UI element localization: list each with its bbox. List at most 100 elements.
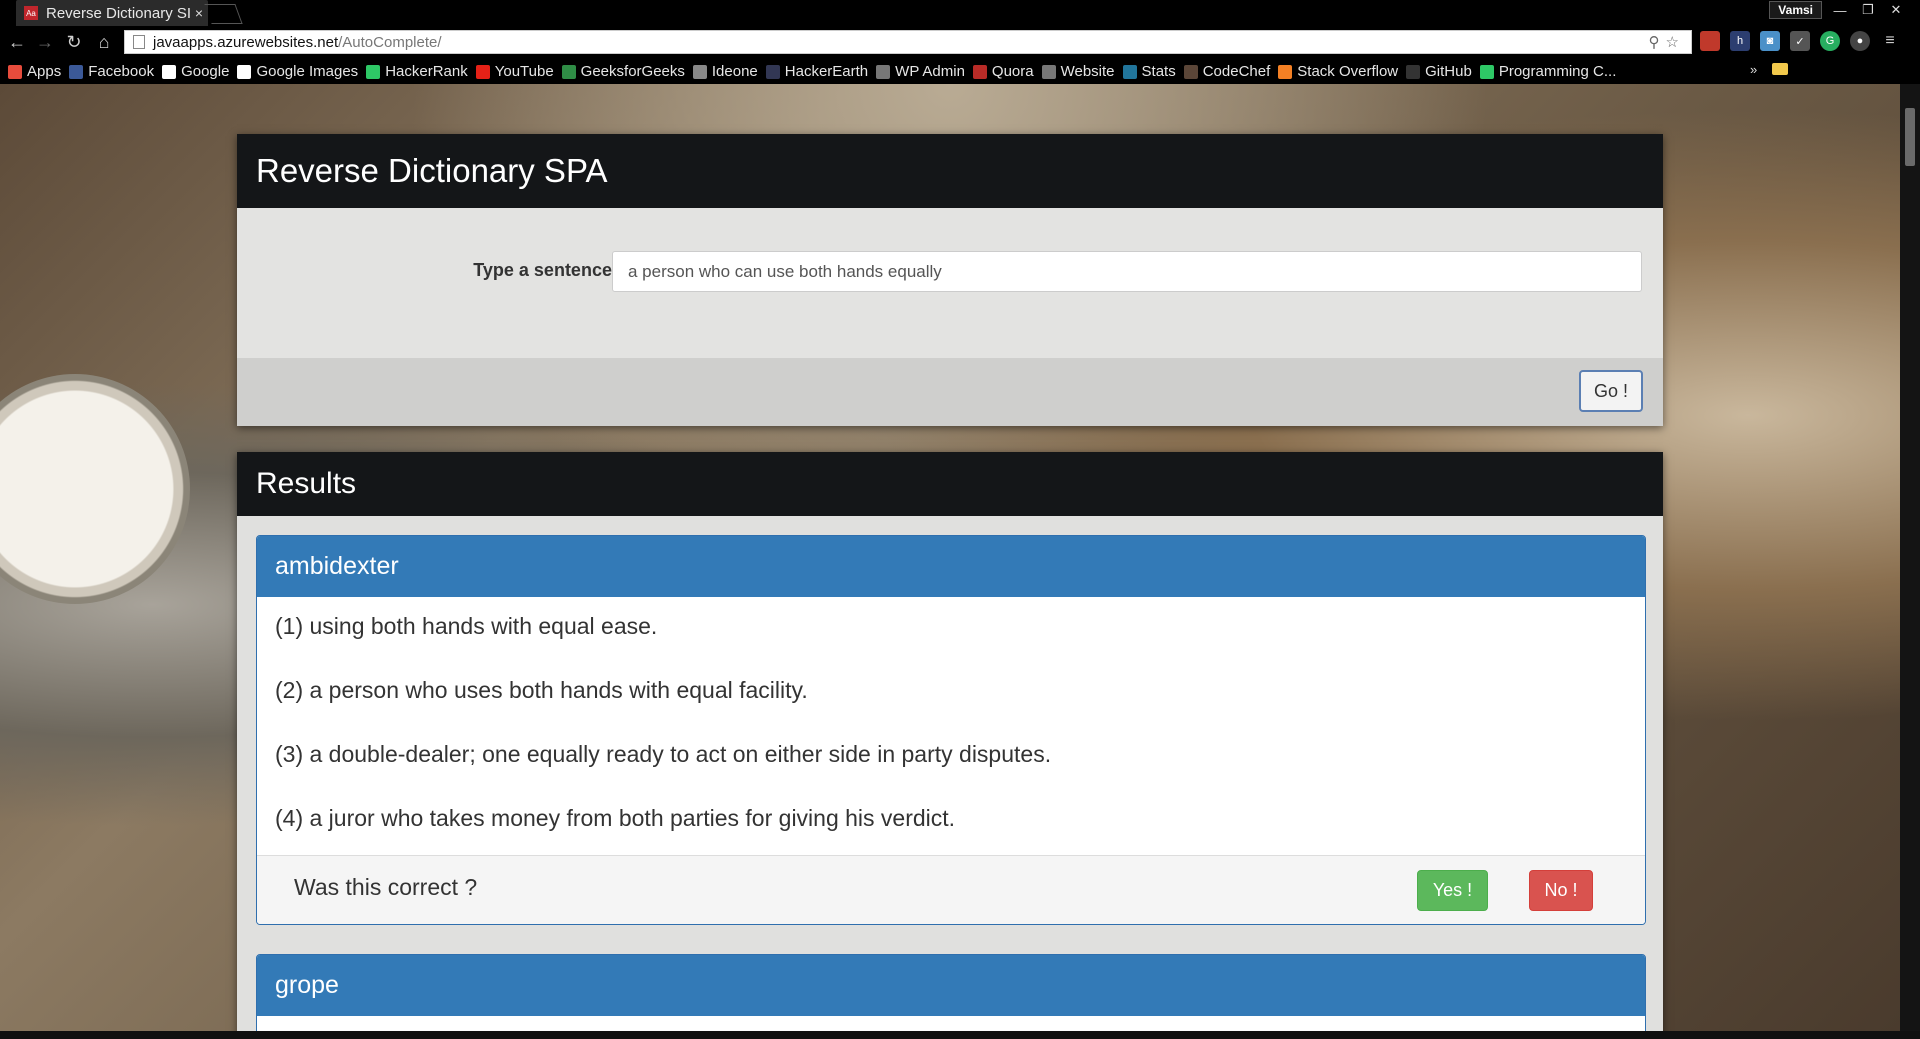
bookmark-label: CodeChef — [1202, 63, 1271, 80]
no-button[interactable]: No ! — [1529, 870, 1593, 911]
definition-item: (2) a person who uses both hands with eq… — [275, 677, 808, 703]
definition-item: (4) a juror who takes money from both pa… — [275, 805, 956, 831]
yes-button[interactable]: Yes ! — [1417, 870, 1488, 911]
bookmark-item[interactable]: Website — [1041, 63, 1115, 80]
profile-badge[interactable]: Vamsi — [1769, 1, 1822, 19]
google-icon — [162, 64, 177, 79]
bookmark-item[interactable]: Programming C... — [1479, 63, 1617, 80]
tab-strip: Aa Reverse Dictionary SI × Vamsi — ❐ ✕ — [0, 0, 1920, 26]
search-form: Type a sentence / phrase : — [237, 208, 1663, 358]
bookmark-item[interactable]: Stack Overflow — [1278, 63, 1398, 80]
github-icon — [1406, 64, 1421, 79]
bookmark-label: GitHub — [1425, 63, 1472, 80]
feedback-question: Was this correct ? — [294, 874, 478, 900]
result-word: ambidexter — [257, 536, 1645, 597]
page-title: Reverse Dictionary SPA — [237, 134, 1663, 208]
bookmark-item[interactable]: Google Images — [237, 63, 358, 80]
new-tab-button[interactable] — [204, 4, 243, 24]
minimize-icon[interactable]: — — [1830, 3, 1850, 18]
browser-tab[interactable]: Aa Reverse Dictionary SI × — [16, 0, 208, 26]
page-scrollbar[interactable] — [1900, 84, 1920, 1031]
bookmark-label: Stack Overflow — [1297, 63, 1399, 80]
restore-icon[interactable]: ❐ — [1858, 2, 1878, 18]
bookmark-label: GeeksforGeeks — [580, 63, 685, 80]
bookmark-label: HackerRank — [385, 63, 468, 80]
feedback-bar: Was this correct ? Yes ! No ! — [257, 855, 1645, 924]
result-word: grope — [257, 955, 1645, 1016]
bookmark-item[interactable]: Stats — [1122, 63, 1176, 80]
wordpress-icon — [1122, 64, 1137, 79]
search-footer: Go ! — [237, 358, 1663, 426]
close-window-icon[interactable]: ✕ — [1886, 2, 1906, 18]
quora-icon — [972, 64, 987, 79]
go-button[interactable]: Go ! — [1579, 370, 1643, 412]
reload-icon[interactable]: ↻ — [63, 32, 85, 53]
bookmark-item[interactable]: Facebook — [69, 63, 154, 80]
bookmark-item[interactable]: GitHub — [1406, 63, 1472, 80]
browser-toolbar: ← → ↻ ⌂ javaapps.azurewebsites.net/AutoC… — [0, 26, 1920, 59]
extension-check-icon[interactable]: ✓ — [1790, 31, 1810, 51]
result-card: ambidexter (1) using both hands with equ… — [256, 535, 1646, 925]
bookmark-item[interactable]: Quora — [972, 63, 1034, 80]
bookmark-label: Google — [181, 63, 230, 80]
bookmark-label: Facebook — [88, 63, 155, 80]
extension-red-icon[interactable] — [1700, 31, 1720, 51]
bookmark-item[interactable]: YouTube — [475, 63, 554, 80]
extension-circle-icon[interactable]: ● — [1850, 31, 1870, 51]
bookmark-item[interactable]: CodeChef — [1183, 63, 1271, 80]
geeksforgeeks-icon — [561, 64, 576, 79]
apps-grid-icon — [8, 64, 22, 79]
website-icon — [1041, 64, 1056, 79]
bookmark-item[interactable]: HackerEarth — [765, 63, 868, 80]
codechef-icon — [1183, 64, 1198, 79]
definition-list: (1) using both hands with equal ease. (2… — [257, 597, 1645, 855]
bookmark-label: Google Images — [256, 63, 359, 80]
bookmark-item[interactable]: Google — [162, 63, 229, 80]
address-bar[interactable]: javaapps.azurewebsites.net/AutoComplete/… — [124, 30, 1692, 54]
youtube-icon — [475, 64, 490, 79]
taskbar-edge — [0, 1031, 1920, 1039]
bookmark-item[interactable]: WP Admin — [876, 63, 965, 80]
stackoverflow-icon — [1278, 64, 1293, 79]
camera-icon[interactable]: ◙ — [1760, 31, 1780, 51]
bookmark-label: WP Admin — [895, 63, 965, 80]
zoom-star-icons[interactable]: ⚲☆ — [1649, 33, 1685, 51]
tab-title: Reverse Dictionary SI — [46, 4, 190, 22]
bookmark-label: Stats — [1141, 63, 1176, 80]
tab-favicon-icon: Aa — [24, 6, 38, 20]
bookmark-label: YouTube — [494, 63, 554, 80]
home-icon[interactable]: ⌂ — [93, 32, 115, 53]
extension-icons: h ◙ ✓ G ● ≡ — [1700, 31, 1900, 51]
facebook-icon — [69, 64, 84, 79]
phrase-input[interactable] — [612, 251, 1642, 292]
bookmarks-overflow-icon[interactable]: » — [1750, 62, 1757, 77]
url-path: /AutoComplete/ — [338, 33, 442, 51]
bookmark-item[interactable]: HackerRank — [366, 63, 468, 80]
scrollbar-thumb[interactable] — [1905, 108, 1915, 166]
bookmark-label: Quora — [991, 63, 1034, 80]
definition-item: (3) a double-dealer; one equally ready t… — [275, 741, 1052, 767]
back-icon[interactable]: ← — [6, 32, 28, 53]
bookmark-item[interactable]: Apps — [8, 63, 61, 80]
zoom-icon[interactable]: ⚲ — [1649, 34, 1666, 51]
bookmark-item[interactable]: GeeksforGeeks — [561, 63, 685, 80]
results-panel: Results ambidexter (1) using both hands … — [237, 452, 1663, 1031]
google-icon — [237, 64, 252, 79]
wordpress-icon — [876, 64, 891, 79]
grammarly-icon[interactable]: G — [1820, 31, 1840, 51]
ideone-icon — [692, 64, 707, 79]
other-bookmarks-folder-icon[interactable] — [1772, 63, 1788, 75]
bookmark-label: Programming C... — [1498, 63, 1617, 80]
extension-h-icon[interactable]: h — [1730, 31, 1750, 51]
definition-item: (1) using both hands with equal ease. — [275, 613, 658, 639]
bookmark-label: Apps — [27, 63, 62, 80]
page-icon — [133, 35, 145, 49]
search-panel: Reverse Dictionary SPA Type a sentence /… — [237, 134, 1663, 426]
bookmark-star-icon[interactable]: ☆ — [1666, 34, 1685, 51]
bookmark-item[interactable]: Ideone — [692, 63, 758, 80]
page-viewport: Reverse Dictionary SPA Type a sentence /… — [0, 84, 1900, 1031]
background-pocket-watch — [0, 374, 190, 604]
window-controls: Vamsi — ❐ ✕ — [1769, 0, 1906, 20]
menu-icon[interactable]: ≡ — [1880, 31, 1900, 51]
forward-icon[interactable]: → — [34, 32, 56, 53]
